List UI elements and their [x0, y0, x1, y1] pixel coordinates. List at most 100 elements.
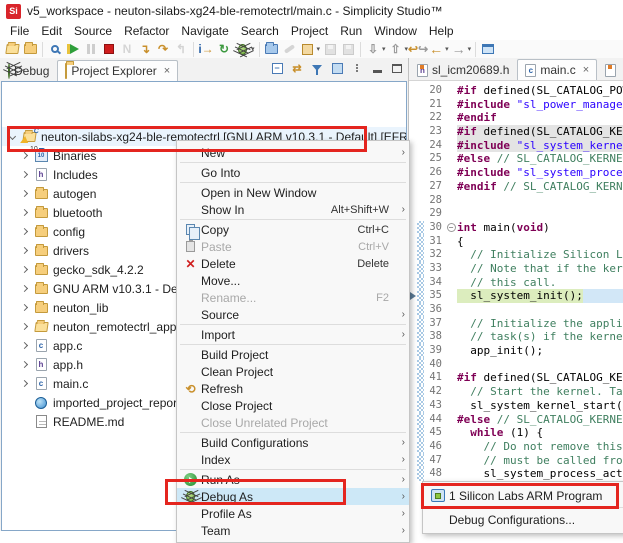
step-over-button[interactable]: ↷: [154, 41, 172, 58]
chevron-collapsed-icon[interactable]: [21, 209, 28, 216]
new-window-button[interactable]: [479, 41, 497, 58]
menu-item-index[interactable]: Index›: [177, 451, 409, 468]
filter-button[interactable]: [310, 61, 324, 75]
menu-item-build-project[interactable]: Build Project: [177, 346, 409, 363]
flash-download-button[interactable]: ⇩▾: [364, 41, 387, 58]
menu-item-debug-as[interactable]: Debug As›: [177, 488, 409, 505]
no-icon: [180, 202, 201, 217]
forward-button[interactable]: →▾: [450, 41, 473, 58]
tab-stub[interactable]: [597, 59, 623, 80]
minimize-button[interactable]: [370, 61, 384, 75]
submenu-item-debug-configurations-[interactable]: Debug Configurations...: [423, 509, 623, 530]
code-text: // Initialize Silicon La: [457, 248, 623, 262]
focus-view-button[interactable]: [330, 61, 344, 75]
menu-item-navigate[interactable]: Navigate: [175, 23, 234, 39]
reset-button[interactable]: ↻: [215, 41, 233, 58]
menu-item-run-as[interactable]: Run As›: [177, 471, 409, 488]
code-line-body: // must be called from: [457, 454, 623, 468]
menu-item-open-in-new-window[interactable]: Open in New Window: [177, 184, 409, 201]
menu-item-window[interactable]: Window: [368, 23, 423, 39]
chevron-collapsed-icon[interactable]: [21, 190, 28, 197]
line-number: 47: [424, 454, 445, 468]
back-button[interactable]: ←▾: [427, 41, 450, 58]
maximize-button[interactable]: [390, 61, 404, 75]
range-indicator: [417, 358, 424, 372]
menu-item-edit[interactable]: Edit: [35, 23, 68, 39]
chevron-collapsed-icon[interactable]: [21, 342, 28, 349]
range-indicator: [417, 385, 424, 399]
folder-open-icon: [4, 42, 20, 57]
tab-project-explorer[interactable]: Project Explorer×: [57, 60, 178, 81]
chevron-collapsed-icon[interactable]: [21, 361, 28, 368]
open-file-button[interactable]: [3, 41, 21, 58]
menu-item-go-into[interactable]: Go Into: [177, 164, 409, 181]
menu-item-refactor[interactable]: Refactor: [118, 23, 175, 39]
close-icon[interactable]: ×: [164, 65, 170, 77]
view-menu-button[interactable]: [350, 61, 364, 75]
menu-item-new[interactable]: New›: [177, 144, 409, 161]
save-button: [321, 41, 339, 58]
menu-item-move-[interactable]: Move...: [177, 272, 409, 289]
menu-item-profile-as[interactable]: Profile As›: [177, 505, 409, 522]
step-into-button[interactable]: ↴: [136, 41, 154, 58]
menu-item-project[interactable]: Project: [285, 23, 334, 39]
code-text: app_init();: [457, 344, 543, 358]
code-line-body: #include "sl_system_kernel: [457, 139, 623, 153]
open-project-button[interactable]: [263, 41, 281, 58]
dropdown-arrow-icon[interactable]: ▾: [382, 45, 386, 53]
chevron-collapsed-icon[interactable]: [21, 380, 28, 387]
last-edit-button[interactable]: ↩↪: [409, 41, 427, 58]
chevron-collapsed-icon[interactable]: [21, 304, 28, 311]
menu-item-clean-project[interactable]: Clean Project: [177, 363, 409, 380]
chevron-collapsed-icon[interactable]: [21, 247, 28, 254]
code-editor[interactable]: 20#if defined(SL_CATALOG_POW21#include "…: [409, 81, 623, 531]
debug-button[interactable]: ▾: [233, 41, 256, 58]
menu-item-delete[interactable]: ✕DeleteDelete: [177, 255, 409, 272]
code-token: sl_system_process_act: [457, 467, 623, 480]
chevron-expanded-icon[interactable]: [9, 133, 16, 140]
stop-button[interactable]: [100, 41, 118, 58]
resume-button[interactable]: [64, 41, 82, 58]
code-line-body: // Initialize the applic: [457, 317, 623, 331]
dropdown-arrow-icon[interactable]: ▾: [317, 45, 321, 53]
close-icon[interactable]: ×: [583, 64, 589, 76]
fold-marker: [445, 426, 457, 440]
code-line-body: #if defined(SL_CATALOG_KER: [457, 371, 623, 385]
menu-item-file[interactable]: File: [4, 23, 35, 39]
fold-marker[interactable]: −: [445, 221, 457, 235]
flash-upload-button[interactable]: ⇧▾: [387, 41, 410, 58]
chevron-collapsed-icon[interactable]: [21, 285, 28, 292]
menu-item-build-configurations[interactable]: Build Configurations›: [177, 434, 409, 451]
menu-item-run[interactable]: Run: [334, 23, 368, 39]
chevron-collapsed-icon[interactable]: [21, 152, 28, 159]
new-wizard-button[interactable]: ▾: [299, 41, 322, 58]
collapse-all-button[interactable]: −: [270, 61, 284, 75]
menu-item-refresh[interactable]: ⟲Refresh: [177, 380, 409, 397]
import-file-button[interactable]: [21, 41, 39, 58]
instruction-stepping-button[interactable]: i→: [197, 41, 215, 58]
dropdown-arrow-icon[interactable]: ▾: [251, 45, 255, 53]
dropdown-arrow-icon[interactable]: ▾: [468, 45, 472, 53]
tab-main-c[interactable]: cmain.c×: [517, 59, 597, 80]
chevron-collapsed-icon[interactable]: [21, 228, 28, 235]
menu-item-import[interactable]: Import›: [177, 326, 409, 343]
chevron-collapsed-icon[interactable]: [21, 266, 28, 273]
menu-item-show-in[interactable]: Show InAlt+Shift+W›: [177, 201, 409, 218]
search-button[interactable]: [46, 41, 64, 58]
bug-icon: [238, 44, 247, 55]
menu-item-copy[interactable]: CopyCtrl+C: [177, 221, 409, 238]
link-with-editor-button[interactable]: ⇄: [290, 61, 304, 75]
chevron-collapsed-icon[interactable]: [21, 323, 28, 330]
menu-item-help[interactable]: Help: [423, 23, 460, 39]
dropdown-arrow-icon[interactable]: ▾: [445, 45, 449, 53]
submenu-item-1-silicon-labs-arm-program[interactable]: 1 Silicon Labs ARM Program: [423, 485, 623, 506]
menu-item-source[interactable]: Source: [68, 23, 118, 39]
menu-item-search[interactable]: Search: [235, 23, 285, 39]
chevron-collapsed-icon[interactable]: [21, 171, 28, 178]
bug-icon: [234, 42, 250, 57]
tab-debug[interactable]: Debug: [0, 60, 57, 81]
menu-item-close-project[interactable]: Close Project: [177, 397, 409, 414]
tab-sl_icm20689-h[interactable]: hsl_icm20689.h: [409, 59, 517, 80]
line-number: 27: [424, 180, 445, 194]
menu-item-source[interactable]: Source›: [177, 306, 409, 323]
